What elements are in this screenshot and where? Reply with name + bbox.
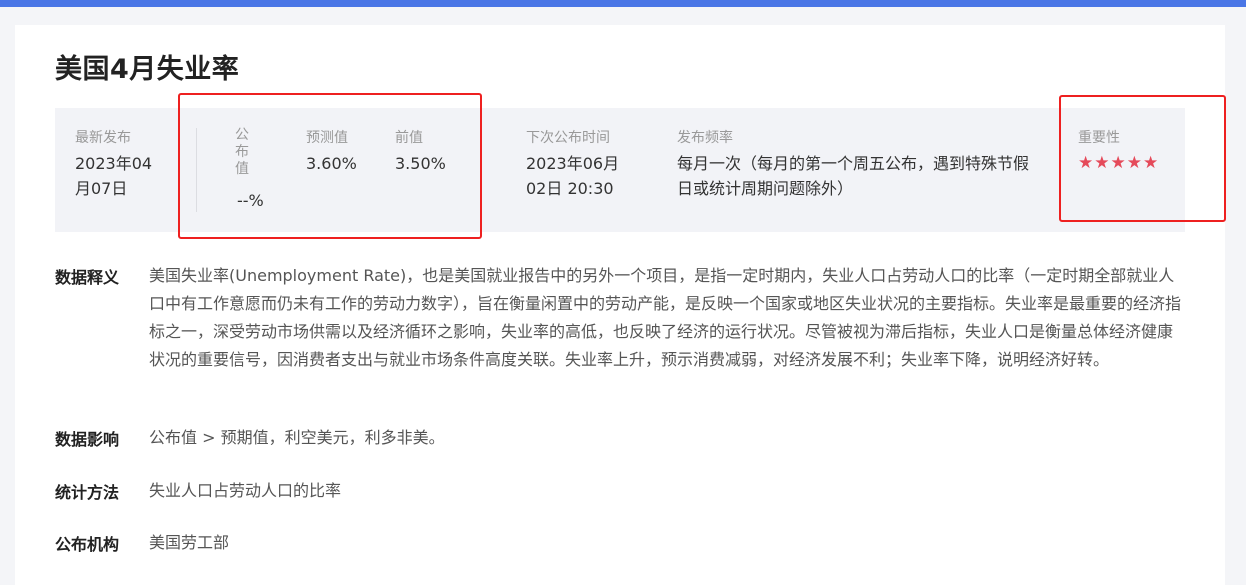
latest-release-label: 最新发布: [75, 130, 131, 146]
next-release-value: 2023年06月02日 20:30: [526, 154, 620, 198]
highlight-box-importance: [1059, 95, 1226, 222]
section-text: 公布值 > 预期值，利空美元，利多非美。: [149, 428, 445, 447]
section-text: 美国失业率(Unemployment Rate)，也是美国就业报告中的另外一个项…: [149, 266, 1182, 369]
section-text: 美国劳工部: [149, 533, 230, 552]
latest-release-value: 2023年04月07日: [75, 154, 153, 198]
section-label: 公布机构: [55, 535, 120, 554]
frequency-label: 发布频率: [677, 130, 733, 146]
page-title: 美国4月失业率: [55, 54, 240, 85]
section-label: 数据影响: [55, 430, 120, 449]
frequency-value: 每月一次（每月的第一个周五公布，遇到特殊节假日或统计周期问题除外）: [677, 154, 1030, 198]
section-label: 统计方法: [55, 483, 120, 502]
top-accent-bar: [0, 0, 1246, 7]
next-release-label: 下次公布时间: [526, 130, 610, 146]
highlight-box-values: [178, 93, 482, 239]
section-text: 失业人口占劳动人口的比率: [149, 481, 342, 500]
section-label: 数据释义: [55, 268, 120, 287]
